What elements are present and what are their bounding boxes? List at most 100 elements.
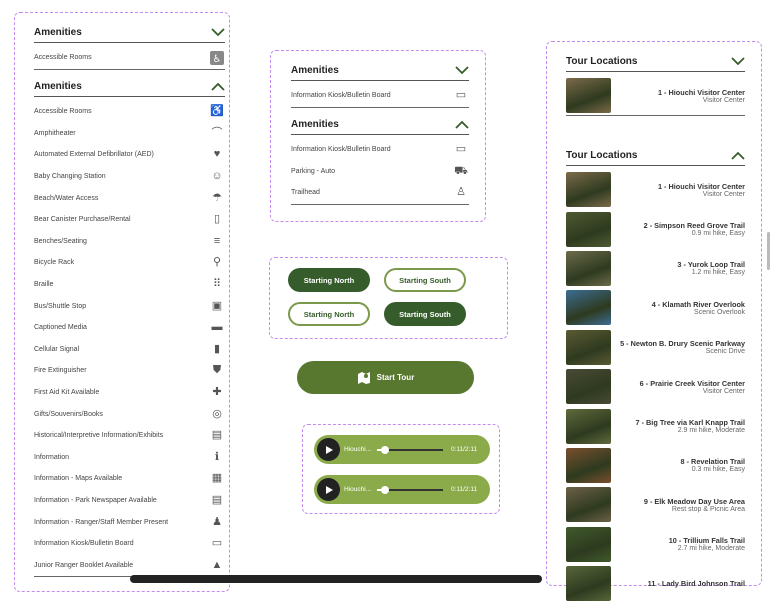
tour-location-item[interactable]: 11 - Lady Bird Johnson Trail [566, 564, 745, 603]
amenity-item: Information Kiosk/Bulletin Board ▭ [34, 533, 225, 555]
start-tour-button[interactable]: Start Tour [297, 361, 474, 394]
location-name: 4 - Klamath River Overlook [651, 299, 745, 309]
chevron-down-icon [211, 28, 225, 37]
location-subtitle: 2.7 mi hike, Moderate [677, 545, 745, 553]
amenity-item: Cellular Signal ▮ [34, 339, 225, 361]
amenity-item: Information - Ranger/Staff Member Presen… [34, 511, 225, 533]
amenities-accordion-expanded: Amenities Accessible Rooms ♿ Amphitheater ⌒… [34, 81, 225, 578]
kiosk-icon: ▭ [455, 143, 467, 156]
audio-progress-knob[interactable] [381, 485, 390, 494]
location-name: 8 - Revelation Trail [680, 457, 745, 467]
amphitheater-icon: ⌒ [211, 126, 223, 139]
start-tour-label: Start Tour [376, 373, 415, 382]
tour-location-item[interactable]: 9 - Elk Meadow Day Use Area Rest stop & P… [566, 485, 745, 524]
location-subtitle: Visitor Center [702, 96, 745, 104]
amenity-item: Accessible Rooms ♿ [34, 105, 224, 118]
start-direction-panel: Starting North Starting South Starting N… [269, 257, 508, 339]
baby-changing-icon: ☺ [211, 170, 223, 183]
starting-north-button[interactable]: Starting North [288, 268, 370, 292]
amenity-item: Information - Park Newspaper Available ▤ [34, 490, 225, 512]
map-pin-icon [357, 371, 370, 384]
location-subtitle: Scenic Drive [705, 348, 745, 356]
amenity-item: Bear Canister Purchase/Rental ▯ [34, 209, 225, 231]
amenity-item: First Aid Kit Available ✚ [34, 382, 225, 404]
tour-location-item[interactable]: 6 - Prairie Creek Visitor Center Visitor … [566, 367, 745, 406]
tour-location-item[interactable]: 10 - Trillium Falls Trail 2.7 mi hike, Mo… [566, 525, 745, 564]
amenity-item: Parking - Auto ⛟ [291, 164, 468, 177]
amenity-item: Historical/Interpretive Information/Exhi… [34, 425, 225, 447]
location-subtitle: Visitor Center [702, 190, 745, 198]
starting-south-button-alt[interactable]: Starting South [384, 302, 466, 326]
amenity-item: Baby Changing Station ☺ [34, 166, 225, 188]
chevron-up-icon [211, 82, 225, 91]
gift-shop-icon: ◎ [212, 407, 222, 420]
accordion-header[interactable]: Amenities [34, 27, 225, 43]
amenity-item: Accessible Rooms ♿ [34, 47, 225, 70]
location-name: 9 - Elk Meadow Day Use Area [643, 496, 745, 506]
kiosk-icon: ▭ [455, 89, 467, 102]
caption-icon: ▬ [211, 321, 223, 334]
accordion-title: Amenities [34, 81, 82, 92]
location-name: 6 - Prairie Creek Visitor Center [639, 378, 745, 388]
amenity-item: Information Kiosk/Bulletin Board ▭ [291, 85, 469, 108]
amenity-item: Beach/Water Access ☂ [34, 187, 225, 209]
audio-progress-slider[interactable] [377, 445, 443, 454]
accordion-header[interactable]: Amenities [291, 65, 469, 81]
audio-player-panel: Hiouchi... 0:11/2:11 Hiouchi... 0:11/2:11 [302, 424, 500, 514]
play-button[interactable] [317, 438, 340, 461]
audio-progress-slider[interactable] [377, 485, 443, 494]
svg-text:♿: ♿ [213, 54, 222, 65]
play-icon [325, 485, 333, 494]
chevron-up-icon [731, 151, 745, 160]
accordion-title: Amenities [34, 27, 82, 38]
chevron-down-icon [731, 57, 745, 66]
audio-time: 0:11/2:11 [451, 446, 478, 453]
amenity-item: Bus/Shuttle Stop ▣ [34, 295, 225, 317]
tour-location-item[interactable]: 1 - Hiouchi Visitor Center Visitor Center [566, 76, 745, 115]
tour-location-item[interactable]: 1 - Hiouchi Visitor Center Visitor Center [566, 170, 745, 209]
tour-location-item[interactable]: 4 - Klamath River Overlook Scenic Overloo… [566, 288, 745, 327]
accordion-header[interactable]: Tour Locations [566, 150, 745, 166]
tour-location-item[interactable]: 7 - Big Tree via Karl Knapp Trail 2.9 mi … [566, 406, 745, 445]
accordion-header[interactable]: Amenities [291, 119, 469, 135]
amenity-item: Bicycle Rack ⚲ [34, 252, 225, 274]
play-button[interactable] [317, 478, 340, 501]
tour-locations-panel: Tour Locations 1 - Hiouchi Visitor Cente… [546, 41, 762, 602]
amenity-item: Automated External Defibrillator (AED) ♥ [34, 144, 225, 166]
audio-progress-knob[interactable] [381, 445, 390, 454]
tour-location-item[interactable]: 8 - Revelation Trail 0.3 mi hike, Easy [566, 446, 745, 485]
location-thumbnail [566, 369, 611, 405]
audio-title: Hiouchi... [344, 486, 372, 493]
first-aid-icon: ✚ [212, 386, 222, 399]
scrollbar-thumb[interactable] [767, 232, 770, 270]
location-thumbnail [566, 487, 611, 523]
location-subtitle: 1.2 mi hike, Easy [691, 269, 745, 277]
bench-icon: ≡ [213, 234, 221, 247]
amenity-item: Information - Maps Available ▦ [34, 468, 225, 490]
starting-south-button[interactable]: Starting South [384, 268, 466, 292]
amenity-item: Benches/Seating ≡ [34, 231, 225, 253]
starting-north-button-alt[interactable]: Starting North [288, 302, 370, 326]
tour-location-item[interactable]: 3 - Yurok Loop Trail 1.2 mi hike, Easy [566, 249, 745, 288]
bottom-bar [130, 575, 542, 583]
signal-icon: ▮ [213, 342, 221, 355]
accordion-header[interactable]: Amenities [34, 81, 225, 97]
hiker-icon: ♙ [456, 186, 466, 199]
location-name: 5 - Newton B. Drury Scenic Parkway [620, 339, 745, 349]
amenities-accordion-expanded: Amenities Information Kiosk/Bulletin Boa… [291, 119, 469, 205]
accordion-title: Tour Locations [566, 150, 638, 161]
accordion-title: Tour Locations [566, 56, 638, 67]
bicycle-icon: ⚲ [212, 256, 222, 269]
location-thumbnail [566, 172, 611, 208]
amenity-item: Captioned Media ▬ [34, 317, 225, 339]
umbrella-beach-icon: ☂ [212, 191, 222, 204]
location-name: 7 - Big Tree via Karl Knapp Trail [635, 418, 746, 428]
location-subtitle: Rest stop & Picnic Area [671, 505, 745, 513]
location-subtitle: 0.3 mi hike, Easy [691, 466, 745, 474]
tour-location-item[interactable]: 5 - Newton B. Drury Scenic Parkway Scenic… [566, 328, 745, 367]
audio-player: Hiouchi... 0:11/2:11 [314, 435, 490, 464]
audio-title: Hiouchi... [344, 446, 372, 453]
tour-location-item[interactable]: 2 - Simpson Reed Grove Trail 0.9 mi hike,… [566, 209, 745, 248]
wheelchair-icon: ♿ [210, 105, 224, 118]
accordion-header[interactable]: Tour Locations [566, 56, 745, 72]
